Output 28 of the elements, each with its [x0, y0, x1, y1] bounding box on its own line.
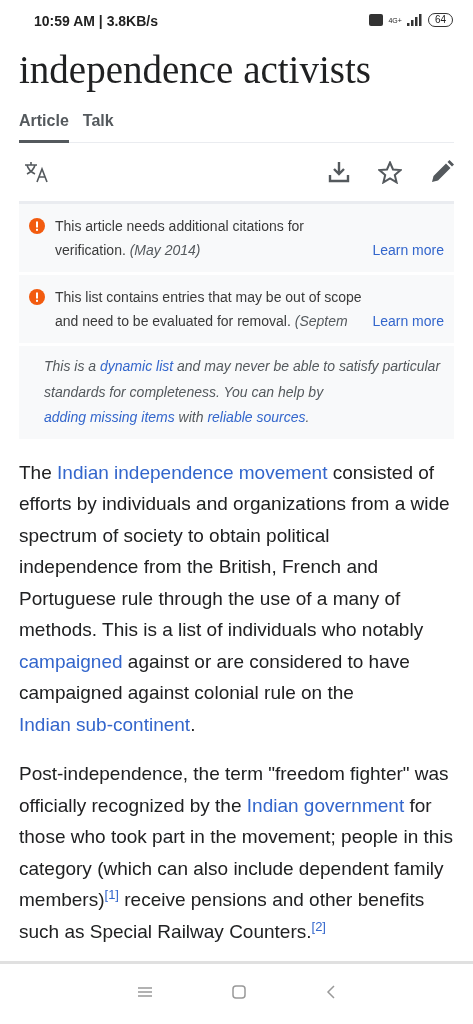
- warning-icon: [29, 289, 45, 305]
- reference-link[interactable]: [2]: [311, 918, 326, 934]
- edit-icon[interactable]: [430, 160, 454, 184]
- reference-link[interactable]: [1]: [104, 886, 119, 902]
- link[interactable]: campaigned: [19, 650, 123, 672]
- signal-icon: [406, 14, 423, 26]
- learn-more-link[interactable]: Learn more: [372, 238, 444, 262]
- notice-text: This is a dynamic list and may never be able to satisfy particular standards for completeness. You can help by adding missing items with reliable sources.: [19, 346, 454, 439]
- learn-more-link[interactable]: Learn more: [372, 309, 444, 333]
- link[interactable]: dynamic list: [100, 358, 174, 374]
- link[interactable]: adding missing items: [44, 409, 175, 425]
- status-time: 10:59 AM | 3.8KB/s: [34, 13, 158, 29]
- link[interactable]: Indian sub-continent: [19, 713, 191, 735]
- translate-icon[interactable]: [24, 161, 50, 183]
- star-icon[interactable]: [378, 160, 402, 184]
- home-icon[interactable]: [231, 985, 246, 999]
- paragraph: The Indian independence movement consisted of efforts by individuals and organizations from a wide spectrum of society to obtain political independence from the British, French and Portuguese rule through the use of a many of methods. This is a list of individuals who notably campaigned against or are considered to have campaigned against colonial rule on the Indian sub-continent.: [19, 460, 451, 737]
- tab[interactable]: Article: [19, 112, 69, 143]
- warning-icon: [29, 218, 45, 234]
- back-icon[interactable]: [325, 985, 336, 999]
- link[interactable]: Indian government: [246, 794, 405, 816]
- download-icon[interactable]: [328, 161, 350, 183]
- page-title: independence activists: [19, 48, 372, 92]
- notice-text: This article needs additional citations for verification. (May 2014): [55, 217, 306, 260]
- link[interactable]: Indian independence movement: [57, 461, 328, 483]
- tab[interactable]: Talk: [82, 112, 114, 143]
- paragraph: Post-independence, the term "freedom fighter" was officially recognized by the Indian government for those who took part in the movement; people in this category (which can also include dependent family members)$^{[1]}$ receive pensions and other benefits such as Special Railway Counters.$^{[2]}$: [19, 762, 454, 944]
- notice-text: This list contains entries that may be out of scope and need to be evaluated for removal. (Septem: [55, 288, 363, 331]
